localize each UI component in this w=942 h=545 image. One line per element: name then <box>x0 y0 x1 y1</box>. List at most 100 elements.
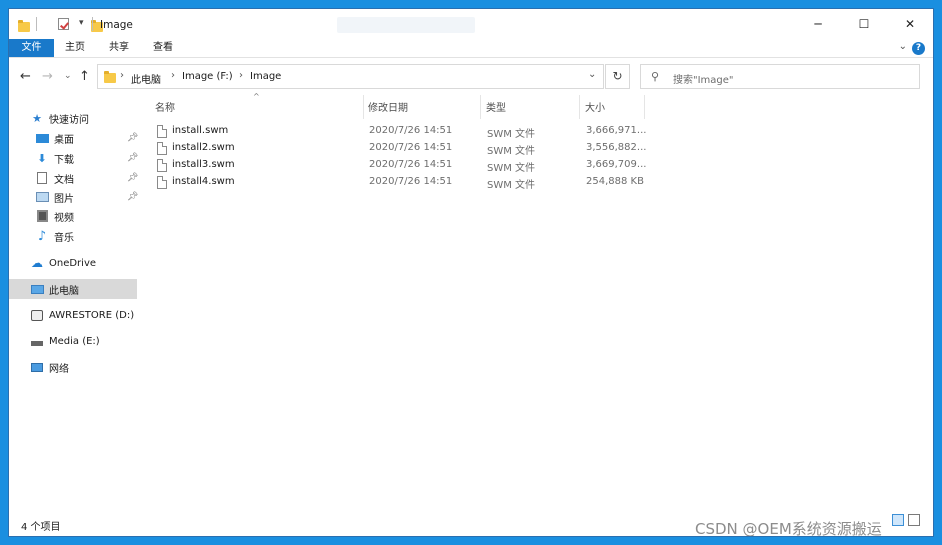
sidebar-item-label: AWRESTORE (D:) <box>49 309 135 321</box>
sort-ascending-icon: ^ <box>253 92 260 101</box>
sidebar-item-drive-d[interactable]: AWRESTORE (D:) <box>9 305 137 325</box>
column-divider[interactable] <box>644 95 645 119</box>
divider <box>9 57 933 58</box>
sidebar-item-label: 网络 <box>49 363 69 375</box>
sidebar-item-pictures[interactable]: 图片 📌︎ <box>9 187 138 207</box>
file-size: 3,666,971... <box>586 125 647 136</box>
search-icon: ⚲ <box>651 70 660 83</box>
search-box[interactable]: ⚲ 搜索"Image" <box>640 64 920 89</box>
file-name: install2.swm <box>172 142 235 153</box>
details-view-button[interactable] <box>892 514 904 526</box>
sidebar-item-desktop[interactable]: 桌面 📌︎ <box>9 128 138 148</box>
tab-share[interactable]: 共享 <box>104 39 134 57</box>
customize-quick-access-icon[interactable]: ▾ <box>79 18 84 28</box>
forward-button[interactable]: → <box>42 69 53 84</box>
computer-icon <box>30 283 44 295</box>
sidebar-item-music[interactable]: ♪ 音乐 <box>9 226 137 246</box>
sidebar-item-quick-access[interactable]: ★ 快速访问 <box>9 108 137 128</box>
file-icon <box>157 142 167 155</box>
chevron-right-icon[interactable]: › <box>120 70 124 81</box>
file-size: 254,888 KB <box>586 176 644 187</box>
file-name: install.swm <box>172 125 229 136</box>
back-button[interactable]: ← <box>20 69 31 84</box>
sidebar-item-documents[interactable]: 文档 📌︎ <box>9 168 138 188</box>
sidebar-item-label: OneDrive <box>49 257 97 269</box>
sidebar-item-label: 快速访问 <box>49 114 89 126</box>
cloud-icon: ☁ <box>31 256 43 270</box>
sidebar-item-label: 音乐 <box>54 232 74 244</box>
file-type: SWM 文件 <box>487 129 536 140</box>
tab-home[interactable]: 主页 <box>60 39 90 57</box>
file-name: install4.swm <box>172 176 235 187</box>
sidebar-item-label: 视频 <box>54 212 74 224</box>
sidebar-item-onedrive[interactable]: ☁ OneDrive <box>9 253 137 273</box>
pictures-icon <box>35 191 49 203</box>
video-icon <box>35 210 49 222</box>
file-name: install3.swm <box>172 159 235 170</box>
tab-file[interactable]: 文件 <box>9 39 54 57</box>
search-input[interactable]: 搜索"Image" <box>673 71 734 86</box>
address-bar[interactable]: › 此电脑 › Image (F:) › Image ⌄ <box>97 64 604 89</box>
file-icon <box>157 125 167 138</box>
sidebar-item-this-pc[interactable]: 此电脑 <box>9 279 137 299</box>
file-type: SWM 文件 <box>487 163 536 174</box>
music-icon: ♪ <box>37 228 47 244</box>
pin-icon[interactable]: 📌︎ <box>127 153 138 163</box>
large-icons-view-button[interactable] <box>908 514 920 526</box>
recent-locations-button[interactable]: ⌄ <box>64 71 72 81</box>
sidebar-item-downloads[interactable]: ⬇ 下载 📌︎ <box>9 148 138 168</box>
refresh-button[interactable]: ↻ <box>605 64 630 89</box>
maximize-button[interactable]: ☐ <box>841 9 887 39</box>
file-date: 2020/7/26 14:51 <box>369 176 453 187</box>
breadcrumb-folder[interactable]: Image <box>250 71 281 82</box>
breadcrumb-this-pc[interactable]: 此电脑 <box>131 71 161 86</box>
column-divider[interactable] <box>480 95 481 119</box>
file-date: 2020/7/26 14:51 <box>369 159 453 170</box>
help-icon[interactable]: ? <box>912 42 925 55</box>
folder-icon <box>18 20 30 32</box>
network-icon <box>30 361 44 373</box>
expand-ribbon-icon[interactable]: ⌄ <box>899 41 907 52</box>
status-item-count: 4 个项目 <box>21 522 61 533</box>
sidebar-item-label: 此电脑 <box>49 285 79 297</box>
explorer-window: ▾ Image ─ ☐ ✕ 文件 主页 共享 查看 ⌄ ? ← → ⌄ ↑ › … <box>9 9 933 536</box>
minimize-button[interactable]: ─ <box>795 9 841 39</box>
title-bar: ▾ Image ─ ☐ ✕ <box>9 9 933 39</box>
file-row[interactable]: install4.swm 2020/7/26 14:51 SWM 文件 254,… <box>154 174 647 191</box>
document-icon <box>35 172 49 184</box>
pin-icon[interactable]: 📌︎ <box>127 173 138 183</box>
up-button[interactable]: ↑ <box>79 69 90 84</box>
blurred-region <box>337 17 475 33</box>
chevron-right-icon[interactable]: › <box>239 70 243 81</box>
column-header-date[interactable]: 修改日期 <box>368 99 408 114</box>
separator <box>36 17 37 31</box>
sidebar-item-label: 图片 <box>54 193 74 205</box>
column-divider[interactable] <box>363 95 364 119</box>
column-divider[interactable] <box>579 95 580 119</box>
file-row[interactable]: install.swm 2020/7/26 14:51 SWM 文件 3,666… <box>154 123 647 140</box>
file-icon <box>157 176 167 189</box>
star-icon: ★ <box>32 111 42 125</box>
column-header-name[interactable]: 名称 <box>155 99 175 114</box>
window-title: Image <box>100 19 133 31</box>
folder-icon <box>104 71 116 83</box>
chevron-down-icon[interactable]: ⌄ <box>588 69 596 80</box>
column-header-size[interactable]: 大小 <box>585 99 605 114</box>
pin-icon[interactable]: 📌︎ <box>127 133 138 143</box>
tab-view[interactable]: 查看 <box>148 39 178 57</box>
file-row[interactable]: install2.swm 2020/7/26 14:51 SWM 文件 3,55… <box>154 140 647 157</box>
sidebar-item-drive-e[interactable]: Media (E:) <box>9 331 137 351</box>
sidebar-item-label: 下载 <box>54 154 74 166</box>
column-header-type[interactable]: 类型 <box>486 99 506 114</box>
properties-icon[interactable] <box>58 18 70 30</box>
breadcrumb-drive[interactable]: Image (F:) <box>182 71 233 82</box>
close-button[interactable]: ✕ <box>887 9 933 39</box>
file-type: SWM 文件 <box>487 180 536 191</box>
pin-icon[interactable]: 📌︎ <box>127 192 138 202</box>
file-date: 2020/7/26 14:51 <box>369 125 453 136</box>
file-row[interactable]: install3.swm 2020/7/26 14:51 SWM 文件 3,66… <box>154 157 647 174</box>
sidebar-item-label: 桌面 <box>54 134 74 146</box>
sidebar-item-network[interactable]: 网络 <box>9 357 137 377</box>
sidebar-item-videos[interactable]: 视频 <box>9 206 137 226</box>
chevron-right-icon[interactable]: › <box>171 70 175 81</box>
